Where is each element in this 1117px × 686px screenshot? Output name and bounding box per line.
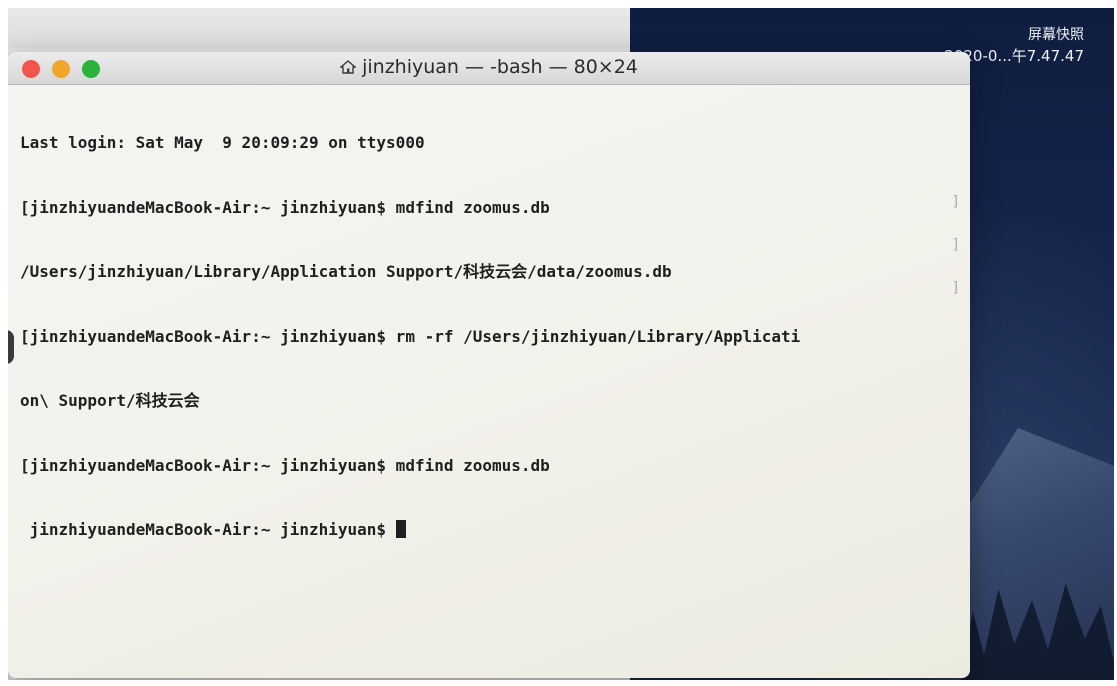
terminal-output[interactable]: Last login: Sat May 9 20:09:29 on ttys00… [8,85,970,584]
photo-edge-artifact [8,330,14,364]
line-wrap-marker: ] [951,237,960,253]
line-wrap-marker: ] [951,194,960,210]
photographed-screen: 屏幕快照 2020-0...午7.47.47 jinzhiyuan — -bas… [8,8,1114,680]
terminal-line: on\ Support/科技云会 [20,391,200,410]
background-window-strip [8,8,630,48]
terminal-prompt: jinzhiyuandeMacBook-Air:~ jinzhiyuan$ [20,520,396,539]
window-title: jinzhiyuan — -bash — 80×24 [8,56,970,78]
terminal-window[interactable]: jinzhiyuan — -bash — 80×24 Last login: S… [8,52,970,678]
terminal-line: [jinzhiyuandeMacBook-Air:~ jinzhiyuan$ r… [20,326,801,346]
terminal-line: [jinzhiyuandeMacBook-Air:~ jinzhiyuan$ m… [20,455,550,475]
terminal-prompt-line[interactable]: jinzhiyuandeMacBook-Air:~ jinzhiyuan$ [20,519,958,541]
desktop-file-name: 屏幕快照 [1028,27,1084,43]
terminal-titlebar[interactable]: jinzhiyuan — -bash — 80×24 [8,52,970,85]
house-icon [340,60,357,74]
text-cursor [395,520,406,538]
window-title-text: jinzhiyuan — -bash — 80×24 [362,56,638,78]
terminal-line: /Users/jinzhiyuan/Library/Application Su… [20,262,672,281]
line-wrap-marker: ] [951,280,960,296]
terminal-line: [jinzhiyuandeMacBook-Air:~ jinzhiyuan$ m… [20,197,550,217]
terminal-line: Last login: Sat May 9 20:09:29 on ttys00… [20,133,425,152]
